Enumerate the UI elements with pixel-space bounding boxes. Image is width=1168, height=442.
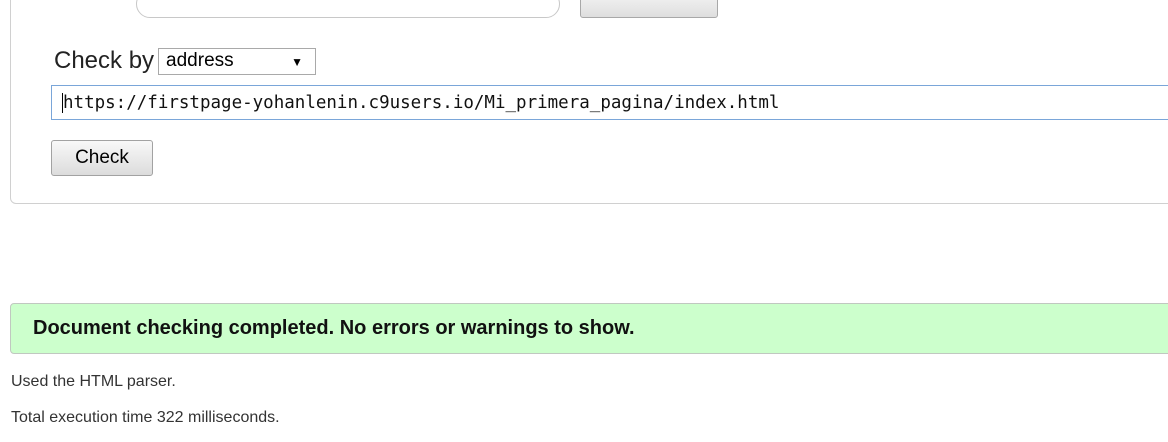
- clipped-button[interactable]: [580, 0, 718, 18]
- url-input[interactable]: https://firstpage-yohanlenin.c9users.io/…: [51, 85, 1168, 120]
- url-input-value: https://firstpage-yohanlenin.c9users.io/…: [63, 92, 780, 113]
- result-message: Document checking completed. No errors o…: [33, 317, 635, 339]
- dropdown-arrow-icon: ▼: [291, 54, 304, 69]
- check-by-select[interactable]: address ▼: [158, 47, 317, 75]
- check-by-label: Check by: [54, 47, 155, 74]
- clipped-text-input[interactable]: [136, 0, 560, 18]
- check-button[interactable]: Check: [51, 140, 153, 176]
- execution-time: Total execution time 322 milliseconds.: [11, 409, 280, 426]
- check-by-row: Check by address ▼: [54, 45, 317, 77]
- result-success-banner: Document checking completed. No errors o…: [10, 303, 1168, 354]
- check-by-selected-value: address: [166, 50, 234, 71]
- validator-page: Check by address ▼ https://firstpage-yoh…: [0, 0, 1168, 442]
- parser-note: Used the HTML parser.: [11, 373, 176, 390]
